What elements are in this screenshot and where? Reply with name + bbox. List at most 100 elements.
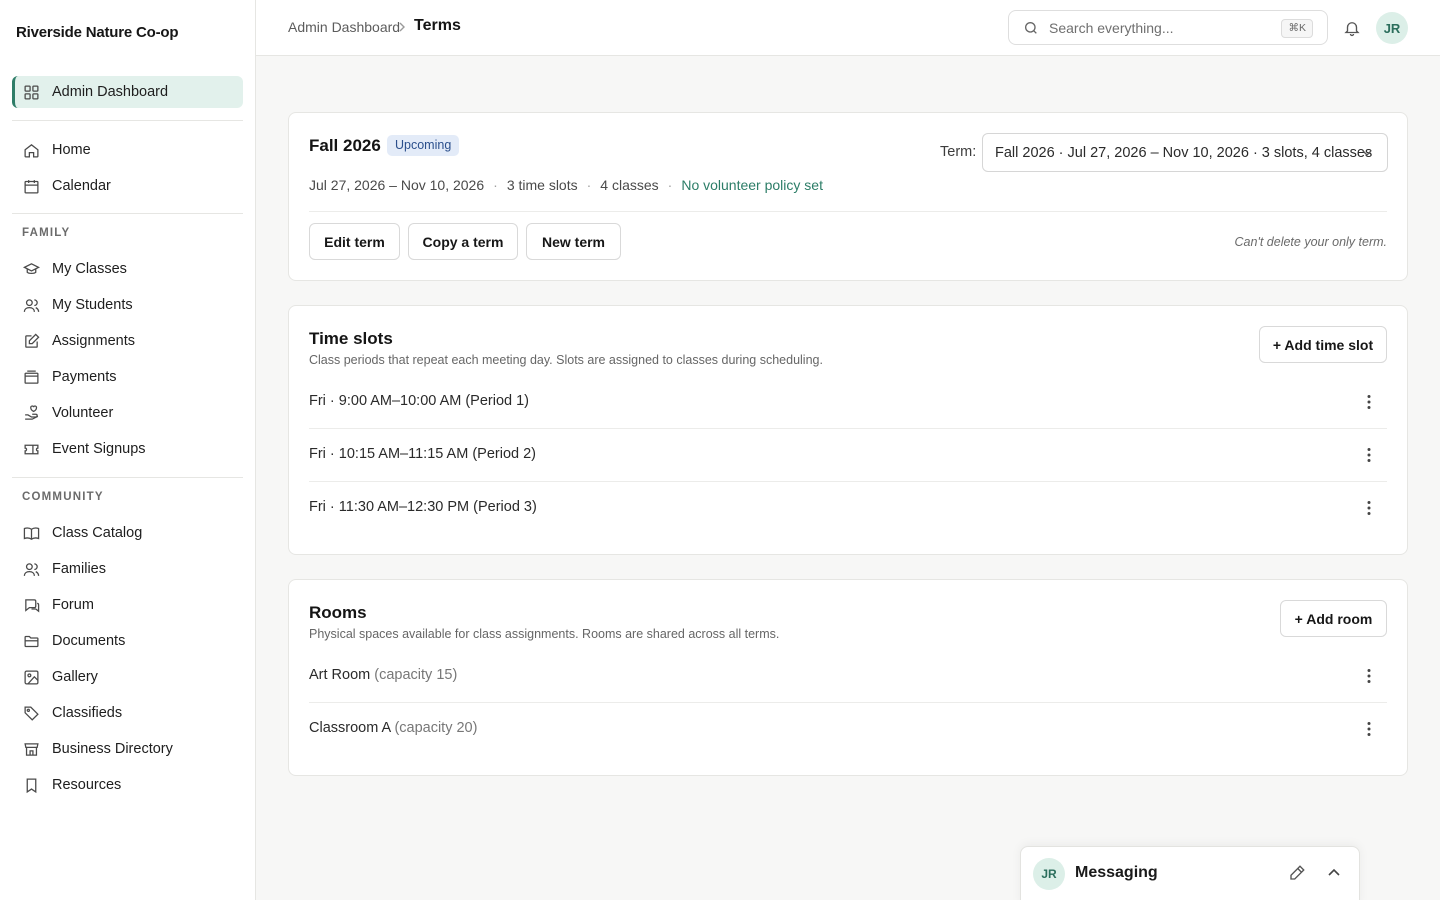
edit-term-button[interactable]: Edit term xyxy=(309,223,400,260)
more-vertical-icon[interactable] xyxy=(1359,392,1379,412)
edit-icon xyxy=(23,333,40,350)
list-item: Art Room (capacity 15) xyxy=(309,650,1387,703)
time-slot-label: Fri · 10:15 AM–11:15 AM (Period 2) xyxy=(309,446,537,462)
sidebar-item-my-students[interactable]: My Students xyxy=(12,289,243,321)
sidebar-item-class-catalog[interactable]: Class Catalog xyxy=(12,517,243,549)
term-dates: Jul 27, 2026 – Nov 10, 2026 xyxy=(309,177,485,193)
room-name: Classroom A xyxy=(309,720,391,736)
avatar[interactable]: JR xyxy=(1376,12,1408,44)
sidebar-item-forum[interactable]: Forum xyxy=(12,589,243,621)
room-label: Art Room (capacity 15) xyxy=(309,667,457,683)
term-classes-count: 4 classes xyxy=(600,177,659,193)
time-slot-label: Fri · 9:00 AM–10:00 AM (Period 1) xyxy=(309,393,530,409)
sidebar-item-label: My Students xyxy=(52,297,133,313)
grid-icon xyxy=(23,84,40,101)
sidebar-item-gallery[interactable]: Gallery xyxy=(12,661,243,693)
sidebar-item-label: Payments xyxy=(52,369,117,385)
section-subtitle: Class periods that repeat each meeting d… xyxy=(309,353,823,367)
divider xyxy=(12,120,243,121)
term-selector-label: Term: xyxy=(940,144,977,160)
list-item: Classroom A (capacity 20) xyxy=(309,703,1387,756)
more-vertical-icon[interactable] xyxy=(1359,666,1379,686)
sidebar-item-payments[interactable]: Payments xyxy=(12,361,243,393)
room-capacity: (capacity 15) xyxy=(374,667,458,683)
sidebar-item-calendar[interactable]: Calendar xyxy=(12,170,243,202)
sidebar-item-my-classes[interactable]: My Classes xyxy=(12,253,243,285)
add-time-slot-button[interactable]: + Add time slot xyxy=(1259,326,1387,363)
messaging-title: Messaging xyxy=(1075,864,1158,881)
section-header-community: COMMUNITY xyxy=(22,491,104,503)
add-room-button[interactable]: + Add room xyxy=(1280,600,1387,637)
hand-heart-icon xyxy=(23,404,40,422)
divider xyxy=(12,213,243,214)
sidebar-item-label: Classifieds xyxy=(52,705,123,721)
more-vertical-icon[interactable] xyxy=(1359,719,1379,739)
divider xyxy=(12,477,243,478)
chevron-up-icon[interactable] xyxy=(1326,865,1342,881)
bookmark-icon xyxy=(23,777,40,794)
term-select[interactable]: Fall 2026 · Jul 27, 2026 – Nov 10, 2026 … xyxy=(982,133,1388,172)
search-icon xyxy=(1023,20,1039,36)
ticket-icon xyxy=(23,441,40,458)
sidebar-item-assignments[interactable]: Assignments xyxy=(12,325,243,357)
status-badge: Upcoming xyxy=(387,135,460,156)
sidebar-item-label: Documents xyxy=(52,633,126,649)
sidebar-item-label: Resources xyxy=(52,777,122,793)
delete-note: Can't delete your only term. xyxy=(1234,235,1387,249)
sidebar-item-business-directory[interactable]: Business Directory xyxy=(12,733,243,765)
sidebar-item-admin-dashboard[interactable]: Admin Dashboard xyxy=(12,76,243,108)
more-vertical-icon[interactable] xyxy=(1359,498,1379,518)
breadcrumb-admin-dashboard[interactable]: Admin Dashboard xyxy=(288,19,400,35)
sidebar-item-label: Calendar xyxy=(52,178,111,194)
sidebar-item-label: Assignments xyxy=(52,333,136,349)
wallet-icon xyxy=(23,369,40,386)
chevron-right-icon xyxy=(396,20,408,34)
chevron-down-icon xyxy=(1361,147,1373,159)
bell-icon[interactable] xyxy=(1343,19,1361,37)
separator-dot: · xyxy=(667,177,673,193)
store-icon xyxy=(23,741,40,758)
folder-icon xyxy=(23,633,40,650)
room-name: Art Room xyxy=(309,667,371,683)
users-icon xyxy=(23,297,40,314)
term-meta: Jul 27, 2026 – Nov 10, 2026 · 3 time slo… xyxy=(309,177,823,193)
image-icon xyxy=(23,669,40,686)
sidebar-item-volunteer[interactable]: Volunteer xyxy=(12,397,243,429)
term-select-value: Fall 2026 · Jul 27, 2026 – Nov 10, 2026 … xyxy=(995,145,1373,161)
page-title: Terms xyxy=(414,17,461,34)
time-slot-label: Fri · 11:30 AM–12:30 PM (Period 3) xyxy=(309,499,537,515)
section-subtitle: Physical spaces available for class assi… xyxy=(309,627,780,641)
sidebar-item-documents[interactable]: Documents xyxy=(12,625,243,657)
sidebar-item-families[interactable]: Families xyxy=(12,553,243,585)
sidebar-item-label: Class Catalog xyxy=(52,525,143,541)
sidebar-item-resources[interactable]: Resources xyxy=(12,769,243,801)
volunteer-policy-link[interactable]: No volunteer policy set xyxy=(681,177,823,193)
divider xyxy=(309,211,1387,212)
sidebar-item-label: Admin Dashboard xyxy=(52,84,169,100)
copy-term-button[interactable]: Copy a term xyxy=(408,223,518,260)
rooms-card: Rooms Physical spaces available for clas… xyxy=(288,579,1408,776)
users-icon xyxy=(23,561,40,578)
app-name: Riverside Nature Co-op xyxy=(16,24,179,41)
sidebar-item-label: Home xyxy=(52,142,91,158)
term-card: Fall 2026 Upcoming Jul 27, 2026 – Nov 10… xyxy=(288,112,1408,281)
search-shortcut: ⌘K xyxy=(1281,19,1313,38)
sidebar-item-home[interactable]: Home xyxy=(12,134,243,166)
messaging-dock[interactable]: JR Messaging xyxy=(1020,846,1360,900)
avatar: JR xyxy=(1033,858,1065,890)
sidebar-item-classifieds[interactable]: Classifieds xyxy=(12,697,243,729)
sidebar-item-label: Business Directory xyxy=(52,741,173,757)
compose-icon[interactable] xyxy=(1288,864,1306,882)
separator-dot: · xyxy=(586,177,592,193)
more-vertical-icon[interactable] xyxy=(1359,445,1379,465)
list-item: Fri · 9:00 AM–10:00 AM (Period 1) xyxy=(309,376,1387,429)
sidebar-item-event-signups[interactable]: Event Signups xyxy=(12,433,243,465)
room-label: Classroom A (capacity 20) xyxy=(309,720,477,736)
sidebar: Riverside Nature Co-op Admin Dashboard H… xyxy=(0,0,256,900)
sidebar-item-label: Event Signups xyxy=(52,441,146,457)
list-item: Fri · 11:30 AM–12:30 PM (Period 3) xyxy=(309,482,1387,535)
sidebar-item-label: Volunteer xyxy=(52,405,114,421)
sidebar-item-label: Gallery xyxy=(52,669,98,685)
search-input[interactable]: Search everything... ⌘K xyxy=(1008,10,1328,45)
new-term-button[interactable]: New term xyxy=(526,223,621,260)
